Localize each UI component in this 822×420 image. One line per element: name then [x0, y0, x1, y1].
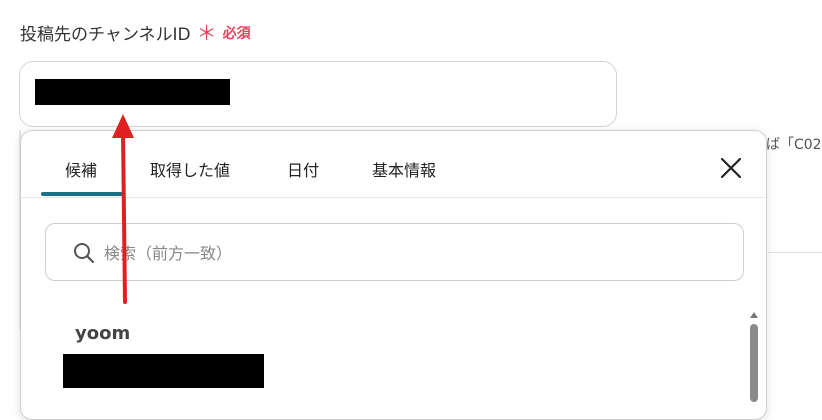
tab-bar: 候補 取得した値 日付 基本情報	[21, 131, 766, 198]
option-workspace-name[interactable]: yoom	[75, 323, 130, 344]
close-icon[interactable]	[718, 155, 744, 181]
tab-retrieved-values[interactable]: 取得した値	[150, 157, 230, 181]
tab-candidates[interactable]: 候補	[65, 157, 97, 181]
scrollbar-thumb[interactable]	[750, 324, 758, 402]
redacted-option-value[interactable]	[63, 354, 264, 388]
field-label: 投稿先のチャンネルID ＊ 必須	[20, 20, 251, 46]
value-picker-popup: 候補 取得した値 日付 基本情報 yoom	[20, 130, 767, 420]
search-input[interactable]	[102, 239, 706, 267]
required-badge: 必須	[222, 25, 251, 42]
search-box[interactable]	[45, 223, 744, 281]
redacted-input-value	[35, 79, 230, 105]
background-hint-text: ば「C02	[766, 137, 822, 153]
tab-date[interactable]: 日付	[287, 157, 319, 181]
tab-basic-info[interactable]: 基本情報	[372, 157, 436, 181]
field-label-text: 投稿先のチャンネルID	[20, 25, 191, 45]
scroll-up-arrow-icon[interactable]	[749, 311, 759, 319]
background-divider-right	[768, 252, 822, 253]
required-asterisk-icon: ＊	[196, 20, 217, 45]
active-tab-indicator	[41, 192, 123, 196]
search-icon	[72, 241, 96, 265]
